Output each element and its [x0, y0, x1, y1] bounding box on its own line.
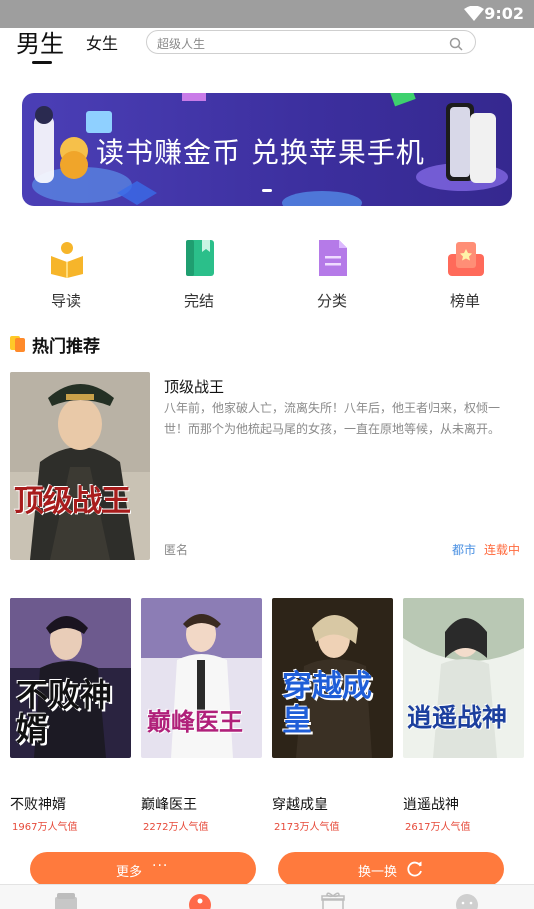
featured-book-author: 匿名 [164, 543, 189, 557]
book-popularity: 1967万人气值 [12, 822, 78, 833]
bottom-nav [0, 884, 534, 909]
nav-label-ranking: 榜单 [449, 292, 480, 310]
featured-cover-title: 顶级战王 [14, 484, 131, 519]
nav-item-guide[interactable]: 导读 [26, 236, 106, 316]
book-cover[interactable]: 逍遥战神 [403, 598, 524, 758]
status-time: 9:02 [484, 4, 524, 23]
refresh-icon [406, 860, 424, 882]
tab-female[interactable]: 女生 [86, 30, 118, 54]
more-button-label: 更多 [116, 865, 143, 880]
tab-male[interactable]: 男生 [16, 24, 64, 59]
book-cover-title: 巅峰医王 [147, 707, 243, 736]
featured-book[interactable]: 顶级战王 顶级战王 八年前，他家破人亡，流离失所！八年后，他王者归来，权倾一世！… [10, 372, 524, 560]
book-cover-title: 不败神婿 [16, 676, 113, 748]
reading-guide-icon [47, 238, 87, 278]
section-title: 热门推荐 [32, 337, 100, 357]
search-placeholder: 超级人生 [157, 37, 206, 51]
banner-text: 读书赚金币 兑换苹果手机 [96, 136, 425, 169]
book-grid: 不败神婿 不败神婿 1967万人气值 巅峰医王 巅峰医王 2272万人气值 穿越… [10, 598, 524, 834]
refresh-button-label: 换一换 [358, 865, 398, 880]
bookshelf-icon[interactable] [54, 891, 78, 909]
promo-banner[interactable]: 读书赚金币 兑换苹果手机 [22, 93, 512, 206]
featured-book-status: 连载中 [484, 543, 521, 557]
book-title[interactable]: 穿越成皇 [272, 794, 328, 814]
book-cover[interactable]: 巅峰医王 [141, 598, 262, 758]
nav-label-category: 分类 [316, 292, 347, 310]
nav-label-guide: 导读 [50, 292, 81, 310]
nav-item-ranking[interactable]: 榜单 [425, 236, 505, 316]
bookstore-icon[interactable] [188, 891, 212, 909]
book-title[interactable]: 不败神婿 [10, 794, 66, 814]
book-card[interactable]: 穿越成皇 穿越成皇 2173万人气值 [272, 598, 393, 834]
search-icon[interactable] [449, 36, 463, 55]
book-complete-icon [180, 238, 220, 278]
book-popularity: 2272万人气值 [143, 822, 209, 833]
featured-book-description: 八年前，他家破人亡，流离失所！八年后，他王者归来，权倾一世！而那个为他梳起马尾的… [164, 401, 501, 436]
wifi-icon [464, 5, 484, 26]
search-input[interactable]: 超级人生 [146, 30, 476, 54]
refresh-button[interactable]: 换一换 [278, 852, 504, 886]
gift-icon[interactable] [321, 891, 345, 909]
category-icon [313, 238, 353, 278]
book-title[interactable]: 巅峰医王 [141, 794, 197, 814]
active-tab-indicator [32, 61, 52, 64]
book-popularity: 2173万人气值 [274, 822, 340, 833]
ranking-icon [446, 238, 486, 278]
book-cover-title: 逍遥战神 [407, 703, 508, 732]
book-title[interactable]: 逍遥战神 [403, 794, 459, 814]
hot-recommend-icon [10, 334, 26, 352]
book-card[interactable]: 逍遥战神 逍遥战神 2617万人气值 [403, 598, 524, 834]
book-card[interactable]: 巅峰医王 巅峰医王 2272万人气值 [141, 598, 262, 834]
more-button[interactable]: 更多 ··· [30, 852, 256, 886]
profile-icon[interactable] [455, 891, 479, 909]
nav-item-category[interactable]: 分类 [292, 236, 372, 316]
book-popularity: 2617万人气值 [405, 822, 471, 833]
book-cover[interactable]: 穿越成皇 [272, 598, 393, 758]
book-cover-title: 穿越成皇 [282, 669, 372, 738]
featured-book-title[interactable]: 顶级战王 [164, 376, 224, 397]
featured-book-genre[interactable]: 都市 [452, 541, 476, 558]
book-cover[interactable]: 不败神婿 [10, 598, 131, 758]
banner-page-indicator [262, 189, 272, 192]
nav-item-complete[interactable]: 完结 [159, 236, 239, 316]
status-bar: 9:02 [0, 0, 534, 28]
nav-label-complete: 完结 [183, 292, 214, 310]
more-dots-icon: ··· [152, 858, 169, 874]
book-card[interactable]: 不败神婿 不败神婿 1967万人气值 [10, 598, 131, 834]
quick-nav: 导读 完结 分类 榜单 [0, 236, 534, 316]
featured-book-cover[interactable]: 顶级战王 [10, 372, 150, 560]
